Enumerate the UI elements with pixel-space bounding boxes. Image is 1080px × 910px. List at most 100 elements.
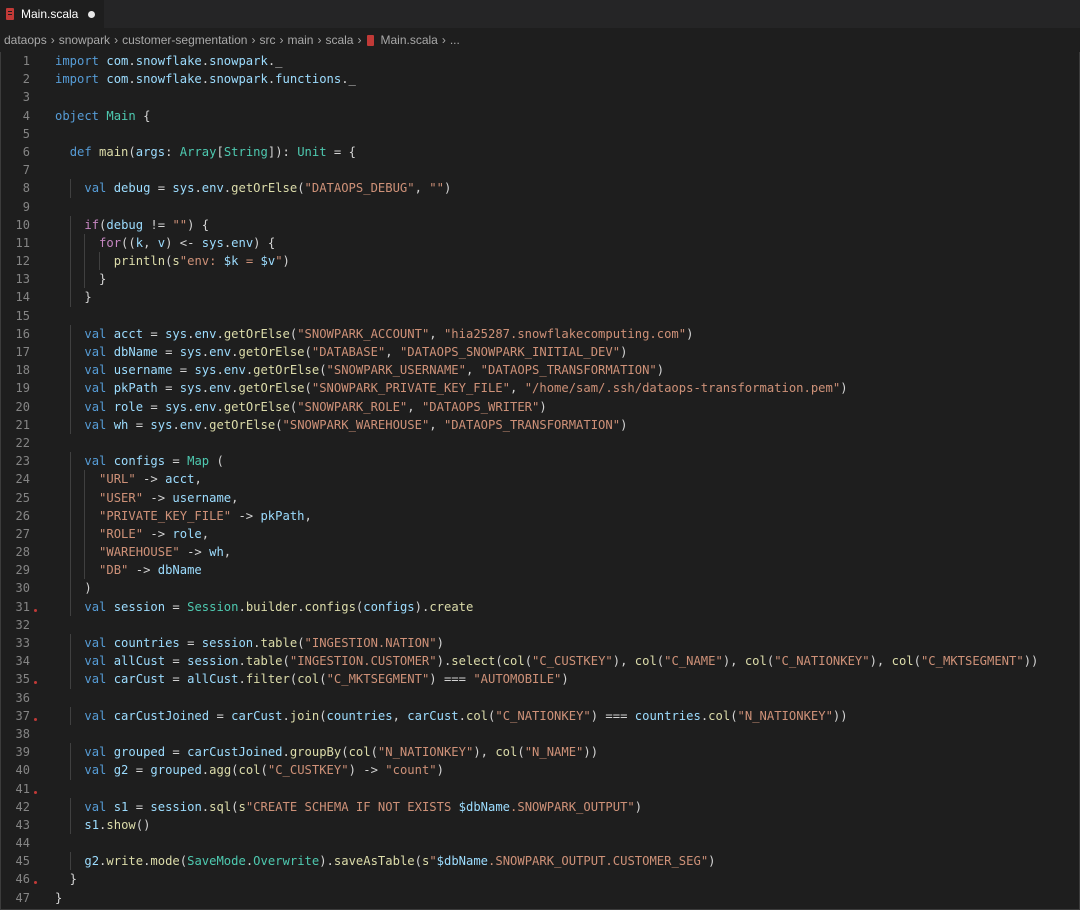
breadcrumb: dataops › snowpark › customer-segmentati…: [0, 28, 1080, 52]
code-line[interactable]: [55, 616, 1075, 634]
code-line[interactable]: val pkPath = sys.env.getOrElse("SNOWPARK…: [55, 379, 1075, 398]
line-number-gutter: 1 2 3 4 5 6 7 8 9 10 11 12 13 14 15 16 17 18 19 20 21 22 23 24 2…: [0, 52, 42, 907]
code-line[interactable]: "WAREHOUSE" -> wh,: [55, 543, 1075, 562]
code-line[interactable]: [55, 780, 1075, 798]
line-number: 46: [0, 870, 42, 888]
breakpoint-marker-icon[interactable]: [34, 608, 37, 612]
code-line[interactable]: val carCust = allCust.filter(col("C_MKTS…: [55, 670, 1075, 689]
tab-main-scala[interactable]: Main.scala: [0, 0, 104, 28]
code-line[interactable]: def main(args: Array[String]): Unit = {: [55, 143, 1075, 161]
code-line[interactable]: "URL" -> acct,: [55, 470, 1075, 489]
scala-file-icon: [367, 34, 375, 46]
breadcrumb-item-file[interactable]: Main.scala: [380, 33, 437, 47]
code-line[interactable]: println(s"env: $k = $v"): [55, 252, 1075, 271]
code-line[interactable]: import com.snowflake.snowpark._: [55, 52, 1075, 70]
code-line[interactable]: [55, 198, 1075, 216]
code-line[interactable]: val acct = sys.env.getOrElse("SNOWPARK_A…: [55, 324, 1075, 343]
code-area[interactable]: import com.snowflake.snowpark._ import co…: [55, 52, 1075, 907]
code-line[interactable]: [55, 689, 1075, 707]
indent-guide: [84, 470, 86, 489]
code-line[interactable]: val g2 = grouped.agg(col("C_CUSTKEY") ->…: [55, 761, 1075, 780]
code-line[interactable]: [55, 834, 1075, 852]
indent-guide: [69, 652, 71, 671]
code-line[interactable]: "ROLE" -> role,: [55, 524, 1075, 544]
code-line[interactable]: val session = Session.builder.configs(co…: [55, 597, 1075, 616]
breakpoint-marker-icon[interactable]: [34, 881, 37, 885]
indent-guide: [69, 470, 71, 489]
line-number: 28: [15, 545, 30, 560]
line-number: 8: [22, 181, 30, 196]
code-line[interactable]: [55, 725, 1075, 743]
line-number: 18: [15, 363, 30, 378]
code-line[interactable]: ): [55, 579, 1075, 598]
indent-guide: [69, 415, 71, 434]
code-line[interactable]: }: [55, 870, 1075, 888]
code-line[interactable]: }: [55, 270, 1075, 289]
code-line[interactable]: val s1 = session.sql(s"CREATE SCHEMA IF …: [55, 797, 1075, 816]
breadcrumb-item-dataops[interactable]: dataops: [4, 33, 47, 47]
scala-file-icon: [6, 8, 14, 20]
code-line[interactable]: for((k, v) <- sys.env) {: [55, 233, 1075, 253]
line-number: 38: [15, 726, 30, 741]
line-number: 39: [15, 745, 30, 760]
code-line[interactable]: }: [55, 288, 1075, 307]
code-line[interactable]: val wh = sys.env.getOrElse("SNOWPARK_WAR…: [55, 415, 1075, 434]
code-editor[interactable]: 1 2 3 4 5 6 7 8 9 10 11 12 13 14 15 16 17 18 19 20 21 22 23 24 2…: [0, 52, 1080, 908]
indent-guide: [69, 634, 71, 653]
breadcrumb-item-scala[interactable]: scala: [325, 33, 353, 47]
indent-guide: [69, 670, 71, 689]
breakpoint-marker-icon[interactable]: [34, 790, 37, 794]
code-line[interactable]: object Main {: [55, 107, 1075, 125]
indent-guide: [69, 252, 71, 271]
line-number: 12: [15, 254, 30, 269]
code-line[interactable]: val countries = session.table("INGESTION…: [55, 634, 1075, 653]
indent-guide: [84, 233, 86, 253]
line-number: 43: [15, 817, 30, 832]
code-line[interactable]: [55, 161, 1075, 179]
code-line[interactable]: "DB" -> dbName: [55, 561, 1075, 580]
unsaved-dot-icon[interactable]: [88, 10, 96, 18]
code-line[interactable]: val allCust = session.table("INGESTION.C…: [55, 652, 1075, 671]
indent-guide: [69, 361, 71, 380]
line-number: 16: [15, 326, 30, 341]
indent-guide: [69, 179, 71, 198]
line-number: 1: [22, 54, 30, 68]
code-line[interactable]: }: [55, 889, 1075, 907]
breakpoint-marker-icon[interactable]: [34, 717, 37, 721]
code-line[interactable]: val debug = sys.env.getOrElse("DATAOPS_D…: [55, 179, 1075, 198]
code-line[interactable]: val dbName = sys.env.getOrElse("DATABASE…: [55, 343, 1075, 362]
code-line[interactable]: val configs = Map (: [55, 452, 1075, 471]
tab-label: Main.scala: [21, 7, 79, 21]
code-line[interactable]: "USER" -> username,: [55, 488, 1075, 507]
indent-guide: [69, 233, 71, 253]
code-line[interactable]: [55, 125, 1075, 143]
code-line[interactable]: "PRIVATE_KEY_FILE" -> pkPath,: [55, 506, 1075, 525]
indent-guide: [84, 561, 86, 580]
line-number: 5: [22, 126, 30, 141]
breadcrumb-item-more[interactable]: ...: [450, 33, 460, 47]
code-line[interactable]: val role = sys.env.getOrElse("SNOWPARK_R…: [55, 397, 1075, 416]
code-line[interactable]: g2.write.mode(SaveMode.Overwrite).saveAs…: [55, 852, 1075, 871]
breakpoint-marker-icon[interactable]: [34, 681, 37, 685]
code-line[interactable]: import com.snowflake.snowpark.functions.…: [55, 70, 1075, 88]
breadcrumb-item-main[interactable]: main: [287, 33, 313, 47]
breadcrumb-item-customer-segmentation[interactable]: customer-segmentation: [122, 33, 247, 47]
breadcrumb-item-snowpark[interactable]: snowpark: [59, 33, 110, 47]
breadcrumb-item-src[interactable]: src: [259, 33, 275, 47]
code-line[interactable]: val carCustJoined = carCust.join(countri…: [55, 706, 1075, 725]
line-number: 37: [0, 707, 42, 725]
code-line[interactable]: [55, 307, 1075, 325]
code-line[interactable]: [55, 88, 1075, 106]
line-number: 31: [0, 598, 42, 616]
line-number: 7: [22, 163, 30, 178]
line-number: 21: [15, 417, 30, 432]
code-line[interactable]: [55, 434, 1075, 452]
line-number: 2: [22, 72, 30, 87]
indent-guide: [69, 343, 71, 362]
line-number: 42: [15, 799, 30, 814]
indent-guide: [69, 597, 71, 616]
code-line[interactable]: val grouped = carCustJoined.groupBy(col(…: [55, 743, 1075, 762]
code-line[interactable]: if(debug != "") {: [55, 215, 1075, 234]
code-line[interactable]: s1.show(): [55, 815, 1075, 835]
code-line[interactable]: val username = sys.env.getOrElse("SNOWPA…: [55, 361, 1075, 380]
